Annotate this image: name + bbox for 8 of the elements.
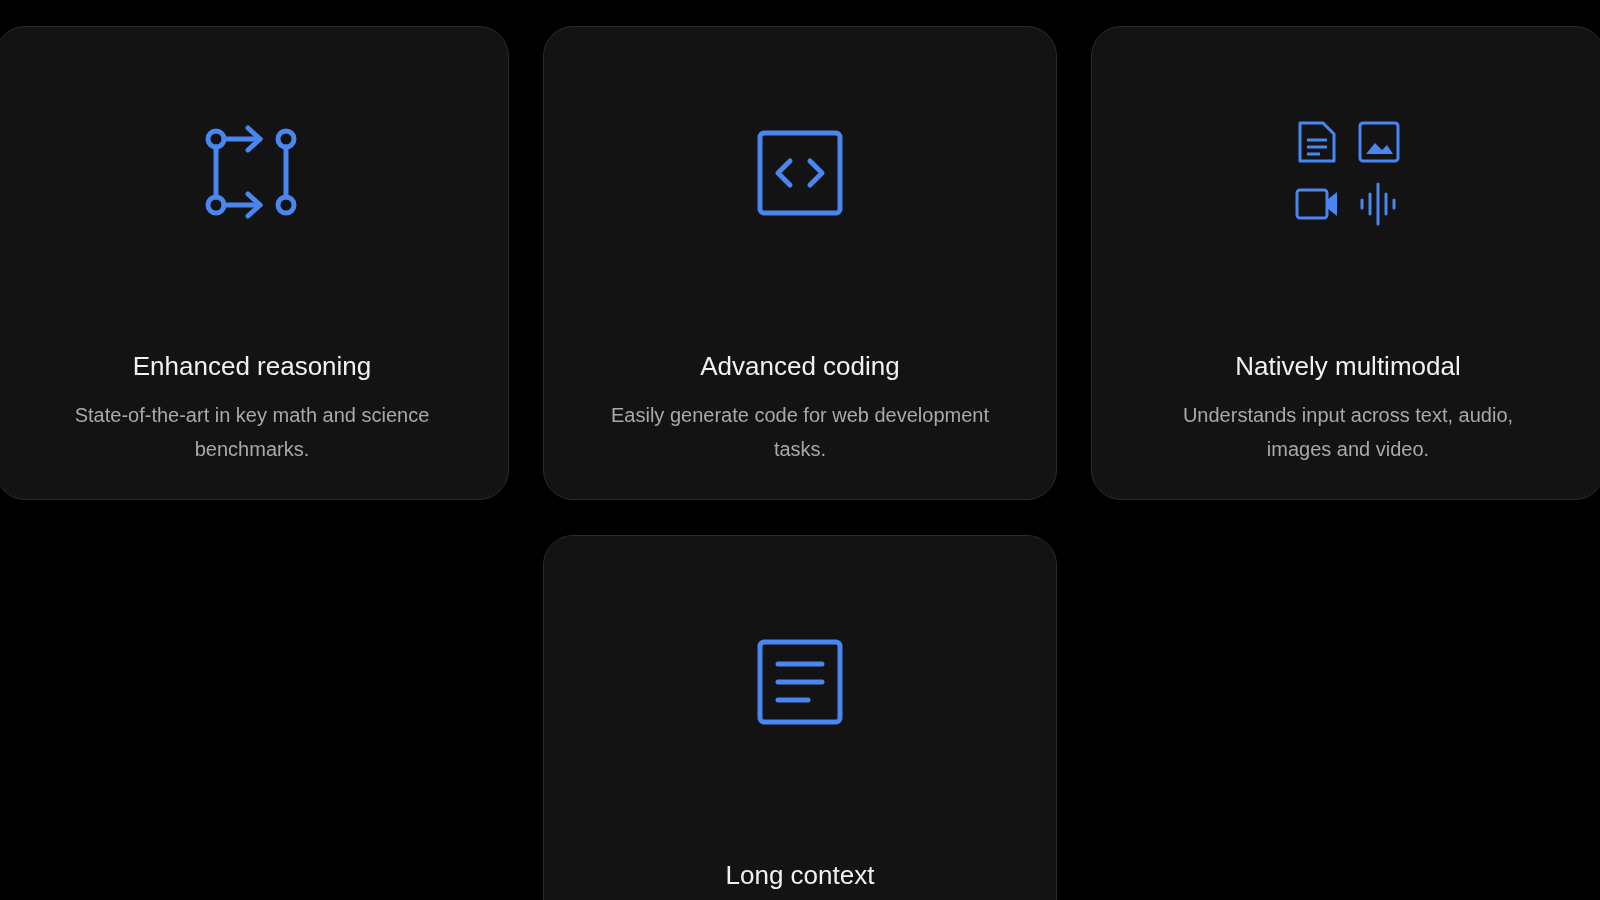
card-title: Advanced coding (700, 351, 900, 382)
card-description: State-of-the-art in key math and science benchmarks. (73, 403, 431, 462)
card-description: Understands input across text, audio, images and video. (1181, 403, 1515, 462)
card-title: Enhanced reasoning (132, 351, 372, 382)
card-title: Long context (725, 860, 875, 891)
image-icon (1357, 120, 1401, 164)
card-description: Easily generate code for web development tasks. (610, 403, 990, 462)
card-title: Natively multimodal (1235, 351, 1461, 382)
